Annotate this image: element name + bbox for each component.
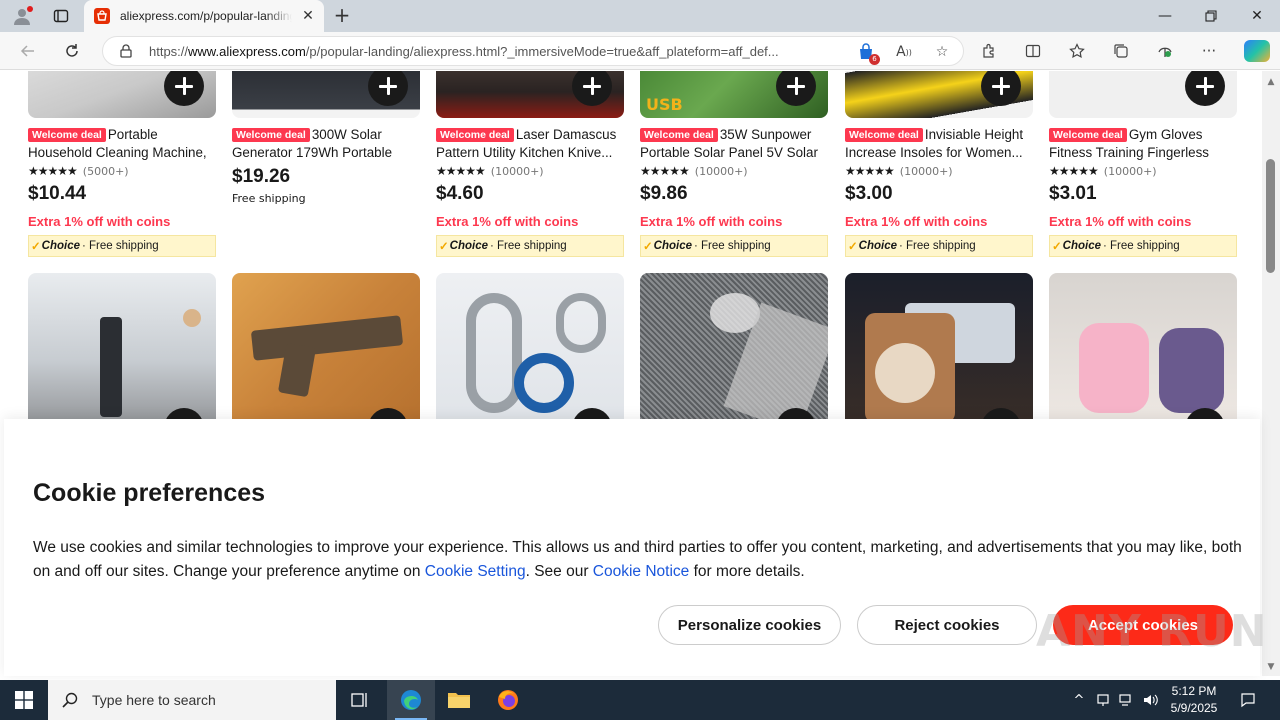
favorites-icon[interactable] (1066, 40, 1088, 62)
stars-icon: ★★★★★ (28, 164, 78, 178)
tray-chevron-icon[interactable]: ^ (1068, 680, 1090, 720)
check-icon: ✓ (1052, 241, 1062, 253)
product-title[interactable]: Welcome deal 300W Solar Generator 179Wh P… (232, 126, 420, 162)
search-placeholder: Type here to search (92, 692, 216, 708)
rating: ★★★★★ (10000+) (640, 164, 748, 178)
firefox-icon[interactable] (484, 680, 532, 720)
coins-promo: Extra 1% off with coins (1049, 214, 1192, 229)
choice-shipping-bar: ✓ Choice · Free shipping (845, 235, 1033, 257)
lock-icon[interactable] (119, 44, 133, 58)
favorite-star-icon[interactable]: ☆ (931, 41, 953, 63)
price: $19.26 (232, 166, 291, 187)
coins-promo: Extra 1% off with coins (640, 214, 783, 229)
coins-promo: Extra 1% off with coins (28, 214, 171, 229)
cookie-notice-link[interactable]: Cookie Notice (593, 563, 690, 580)
back-icon[interactable] (14, 38, 42, 64)
url-text[interactable]: https://www.aliexpress.com/p/popular-lan… (149, 44, 825, 59)
product-title[interactable]: Welcome deal Laser Damascus Pattern Utili… (436, 126, 624, 162)
price: $4.60 (436, 183, 484, 204)
tab-aliexpress[interactable]: aliexpress.com/p/popular-landing ✕ (84, 0, 324, 32)
stars-icon: ★★★★★ (640, 164, 690, 178)
scroll-up-icon[interactable]: ▲ (1266, 77, 1276, 87)
volume-icon[interactable] (1140, 680, 1160, 720)
windows-taskbar: Type here to search ^ 5:12 PM 5/9/2025 (0, 680, 1280, 720)
extensions-icon[interactable] (978, 40, 1000, 62)
choice-shipping-bar: ✓ Choice · Free shipping (436, 235, 624, 257)
taskbar-clock[interactable]: 5:12 PM 5/9/2025 (1158, 683, 1230, 717)
reject-cookies-button[interactable]: Reject cookies (857, 605, 1037, 645)
split-screen-icon[interactable] (1022, 40, 1044, 62)
stars-icon: ★★★★★ (436, 164, 486, 178)
clock-date: 5/9/2025 (1170, 701, 1218, 715)
price: $10.44 (28, 183, 87, 204)
choice-shipping-bar: ✓ Choice · Free shipping (640, 235, 828, 257)
anyrun-watermark: ANY RUN (1036, 606, 1268, 657)
collections-icon[interactable] (1110, 40, 1132, 62)
cookie-title: Cookie preferences (33, 479, 266, 507)
tab-title: aliexpress.com/p/popular-landing (120, 9, 292, 23)
close-tab-icon[interactable]: ✕ (300, 8, 316, 24)
product-title[interactable]: Welcome deal Gym Gloves Fitness Training … (1049, 126, 1237, 162)
product-title[interactable]: Welcome deal 35W Sunpower Portable Solar … (640, 126, 828, 162)
check-icon: ✓ (439, 241, 449, 253)
price: $3.01 (1049, 183, 1097, 204)
coins-promo: Extra 1% off with coins (845, 214, 988, 229)
stars-icon: ★★★★★ (845, 164, 895, 178)
copilot-icon[interactable] (1244, 40, 1270, 62)
browser-toolbar: https://www.aliexpress.com/p/popular-lan… (0, 32, 1280, 70)
choice-shipping-bar: ✓ Choice · Free shipping (1049, 235, 1237, 257)
profile-icon[interactable] (8, 4, 36, 28)
check-icon: ✓ (848, 241, 858, 253)
address-bar[interactable]: https://www.aliexpress.com/p/popular-lan… (102, 36, 964, 66)
task-view-icon[interactable] (336, 680, 384, 720)
shopping-extension-icon[interactable]: 6 (855, 41, 880, 65)
browser-tab-bar: aliexpress.com/p/popular-landing ✕ + — ✕ (0, 0, 1280, 32)
more-menu-icon[interactable]: ··· (1198, 40, 1220, 62)
price: $3.00 (845, 183, 893, 204)
read-aloud-icon[interactable]: A)) (893, 41, 915, 63)
restore-icon[interactable] (1188, 0, 1234, 32)
aliexpress-favicon-icon (94, 8, 110, 24)
taskbar-search-box[interactable]: Type here to search (48, 680, 336, 720)
rating: ★★★★★ (10000+) (845, 164, 953, 178)
scroll-down-icon[interactable]: ▼ (1266, 662, 1276, 672)
cookie-text: We use cookies and similar technologies … (33, 539, 1242, 580)
page-scrollbar[interactable]: ▲ ▼ (1262, 71, 1280, 676)
personalize-cookies-button[interactable]: Personalize cookies (658, 605, 841, 645)
browser-essentials-icon[interactable] (1154, 40, 1176, 62)
coins-promo: Extra 1% off with coins (436, 214, 579, 229)
rating: ★★★★★ (10000+) (436, 164, 544, 178)
clock-time: 5:12 PM (1171, 684, 1217, 698)
device-icon[interactable] (1094, 680, 1112, 720)
rating: ★★★★★ (10000+) (1049, 164, 1157, 178)
free-shipping-label: Free shipping (232, 192, 306, 205)
windows-start-icon[interactable] (0, 680, 48, 720)
tab-actions-icon[interactable] (48, 4, 74, 28)
choice-shipping-bar: ✓ Choice · Free shipping (28, 235, 216, 257)
product-title[interactable]: Welcome deal Invisiable Height Increase I… (845, 126, 1033, 162)
edge-browser-icon[interactable] (387, 680, 435, 720)
cookie-setting-link[interactable]: Cookie Setting (425, 563, 526, 580)
network-icon[interactable] (1116, 680, 1136, 720)
stars-icon: ★★★★★ (1049, 164, 1099, 178)
minimize-icon[interactable]: — (1142, 0, 1188, 32)
search-icon (62, 692, 78, 708)
new-tab-icon[interactable]: + (330, 4, 354, 28)
check-icon: ✓ (31, 241, 41, 253)
product-title[interactable]: Welcome deal Portable Household Cleaning … (28, 126, 216, 162)
file-explorer-icon[interactable] (435, 680, 483, 720)
refresh-icon[interactable] (58, 38, 86, 64)
scrollbar-thumb[interactable] (1266, 159, 1275, 273)
price: $9.86 (640, 183, 688, 204)
notifications-icon[interactable] (1236, 680, 1260, 720)
check-icon: ✓ (643, 241, 653, 253)
rating: ★★★★★ (5000+) (28, 164, 129, 178)
close-window-icon[interactable]: ✕ (1234, 0, 1280, 32)
